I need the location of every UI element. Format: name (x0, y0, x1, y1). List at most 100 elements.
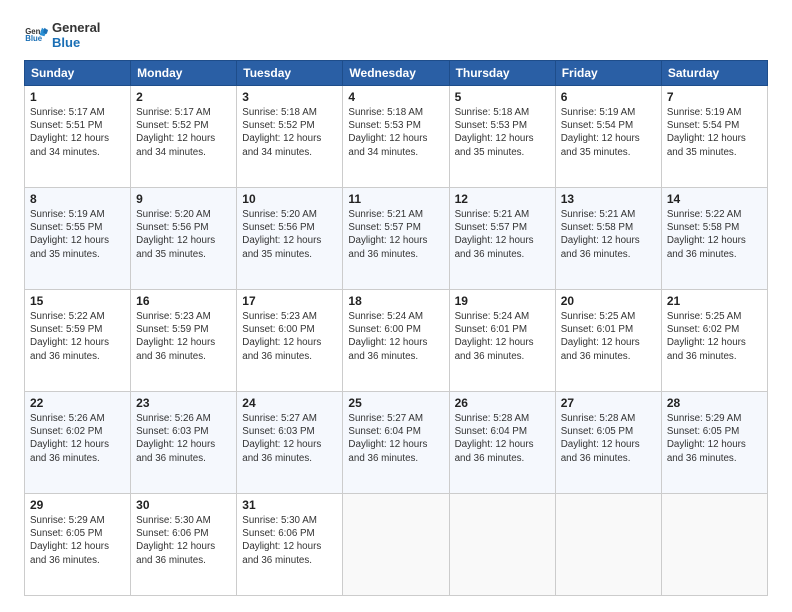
calendar-cell (555, 494, 661, 596)
day-number: 16 (136, 294, 231, 308)
day-info: Sunrise: 5:29 AM Sunset: 6:05 PM Dayligh… (30, 514, 125, 567)
calendar-cell (661, 494, 767, 596)
calendar-cell: 26 Sunrise: 5:28 AM Sunset: 6:04 PM Dayl… (449, 392, 555, 494)
day-info: Sunrise: 5:24 AM Sunset: 6:00 PM Dayligh… (348, 310, 443, 363)
day-number: 3 (242, 90, 337, 104)
day-info: Sunrise: 5:30 AM Sunset: 6:06 PM Dayligh… (242, 514, 337, 567)
calendar-cell: 27 Sunrise: 5:28 AM Sunset: 6:05 PM Dayl… (555, 392, 661, 494)
day-number: 13 (561, 192, 656, 206)
day-number: 18 (348, 294, 443, 308)
day-number: 28 (667, 396, 762, 410)
calendar-cell (449, 494, 555, 596)
calendar-table: SundayMondayTuesdayWednesdayThursdayFrid… (24, 60, 768, 596)
day-info: Sunrise: 5:23 AM Sunset: 5:59 PM Dayligh… (136, 310, 231, 363)
day-number: 7 (667, 90, 762, 104)
calendar-cell: 15 Sunrise: 5:22 AM Sunset: 5:59 PM Dayl… (25, 290, 131, 392)
day-number: 30 (136, 498, 231, 512)
day-number: 15 (30, 294, 125, 308)
day-info: Sunrise: 5:22 AM Sunset: 5:59 PM Dayligh… (30, 310, 125, 363)
day-number: 22 (30, 396, 125, 410)
day-info: Sunrise: 5:29 AM Sunset: 6:05 PM Dayligh… (667, 412, 762, 465)
day-number: 11 (348, 192, 443, 206)
day-info: Sunrise: 5:18 AM Sunset: 5:52 PM Dayligh… (242, 106, 337, 159)
calendar-week-2: 8 Sunrise: 5:19 AM Sunset: 5:55 PM Dayli… (25, 188, 768, 290)
day-number: 24 (242, 396, 337, 410)
day-info: Sunrise: 5:20 AM Sunset: 5:56 PM Dayligh… (242, 208, 337, 261)
day-number: 8 (30, 192, 125, 206)
day-number: 21 (667, 294, 762, 308)
calendar-week-3: 15 Sunrise: 5:22 AM Sunset: 5:59 PM Dayl… (25, 290, 768, 392)
calendar-cell: 5 Sunrise: 5:18 AM Sunset: 5:53 PM Dayli… (449, 86, 555, 188)
page-header: General Blue General Blue (24, 20, 768, 50)
calendar-cell: 28 Sunrise: 5:29 AM Sunset: 6:05 PM Dayl… (661, 392, 767, 494)
day-header-friday: Friday (555, 61, 661, 86)
day-header-thursday: Thursday (449, 61, 555, 86)
calendar-cell: 11 Sunrise: 5:21 AM Sunset: 5:57 PM Dayl… (343, 188, 449, 290)
day-number: 9 (136, 192, 231, 206)
calendar-week-4: 22 Sunrise: 5:26 AM Sunset: 6:02 PM Dayl… (25, 392, 768, 494)
day-number: 14 (667, 192, 762, 206)
day-info: Sunrise: 5:23 AM Sunset: 6:00 PM Dayligh… (242, 310, 337, 363)
day-header-wednesday: Wednesday (343, 61, 449, 86)
calendar-week-5: 29 Sunrise: 5:29 AM Sunset: 6:05 PM Dayl… (25, 494, 768, 596)
calendar-cell: 2 Sunrise: 5:17 AM Sunset: 5:52 PM Dayli… (131, 86, 237, 188)
calendar-cell: 6 Sunrise: 5:19 AM Sunset: 5:54 PM Dayli… (555, 86, 661, 188)
calendar-cell: 4 Sunrise: 5:18 AM Sunset: 5:53 PM Dayli… (343, 86, 449, 188)
calendar-cell: 14 Sunrise: 5:22 AM Sunset: 5:58 PM Dayl… (661, 188, 767, 290)
day-info: Sunrise: 5:19 AM Sunset: 5:54 PM Dayligh… (561, 106, 656, 159)
day-info: Sunrise: 5:27 AM Sunset: 6:04 PM Dayligh… (348, 412, 443, 465)
svg-text:Blue: Blue (25, 34, 43, 43)
day-info: Sunrise: 5:28 AM Sunset: 6:05 PM Dayligh… (561, 412, 656, 465)
calendar-cell: 18 Sunrise: 5:24 AM Sunset: 6:00 PM Dayl… (343, 290, 449, 392)
day-info: Sunrise: 5:20 AM Sunset: 5:56 PM Dayligh… (136, 208, 231, 261)
calendar-cell: 30 Sunrise: 5:30 AM Sunset: 6:06 PM Dayl… (131, 494, 237, 596)
day-number: 20 (561, 294, 656, 308)
day-info: Sunrise: 5:17 AM Sunset: 5:52 PM Dayligh… (136, 106, 231, 159)
day-header-tuesday: Tuesday (237, 61, 343, 86)
calendar-cell: 7 Sunrise: 5:19 AM Sunset: 5:54 PM Dayli… (661, 86, 767, 188)
day-number: 23 (136, 396, 231, 410)
day-info: Sunrise: 5:27 AM Sunset: 6:03 PM Dayligh… (242, 412, 337, 465)
day-info: Sunrise: 5:19 AM Sunset: 5:54 PM Dayligh… (667, 106, 762, 159)
day-info: Sunrise: 5:19 AM Sunset: 5:55 PM Dayligh… (30, 208, 125, 261)
calendar-cell: 17 Sunrise: 5:23 AM Sunset: 6:00 PM Dayl… (237, 290, 343, 392)
day-number: 6 (561, 90, 656, 104)
day-number: 17 (242, 294, 337, 308)
day-info: Sunrise: 5:30 AM Sunset: 6:06 PM Dayligh… (136, 514, 231, 567)
calendar-cell (343, 494, 449, 596)
calendar-cell: 23 Sunrise: 5:26 AM Sunset: 6:03 PM Dayl… (131, 392, 237, 494)
day-number: 2 (136, 90, 231, 104)
calendar-cell: 12 Sunrise: 5:21 AM Sunset: 5:57 PM Dayl… (449, 188, 555, 290)
day-number: 4 (348, 90, 443, 104)
day-info: Sunrise: 5:21 AM Sunset: 5:57 PM Dayligh… (348, 208, 443, 261)
day-number: 26 (455, 396, 550, 410)
day-info: Sunrise: 5:24 AM Sunset: 6:01 PM Dayligh… (455, 310, 550, 363)
day-number: 5 (455, 90, 550, 104)
calendar-cell: 1 Sunrise: 5:17 AM Sunset: 5:51 PM Dayli… (25, 86, 131, 188)
day-info: Sunrise: 5:17 AM Sunset: 5:51 PM Dayligh… (30, 106, 125, 159)
day-header-monday: Monday (131, 61, 237, 86)
day-info: Sunrise: 5:18 AM Sunset: 5:53 PM Dayligh… (348, 106, 443, 159)
calendar-cell: 8 Sunrise: 5:19 AM Sunset: 5:55 PM Dayli… (25, 188, 131, 290)
day-number: 27 (561, 396, 656, 410)
calendar-cell: 3 Sunrise: 5:18 AM Sunset: 5:52 PM Dayli… (237, 86, 343, 188)
logo-text-line2: Blue (52, 35, 100, 50)
calendar-cell: 21 Sunrise: 5:25 AM Sunset: 6:02 PM Dayl… (661, 290, 767, 392)
day-number: 1 (30, 90, 125, 104)
day-header-saturday: Saturday (661, 61, 767, 86)
day-info: Sunrise: 5:25 AM Sunset: 6:02 PM Dayligh… (667, 310, 762, 363)
day-info: Sunrise: 5:28 AM Sunset: 6:04 PM Dayligh… (455, 412, 550, 465)
calendar-header-row: SundayMondayTuesdayWednesdayThursdayFrid… (25, 61, 768, 86)
logo: General Blue General Blue (24, 20, 100, 50)
day-number: 12 (455, 192, 550, 206)
day-info: Sunrise: 5:21 AM Sunset: 5:58 PM Dayligh… (561, 208, 656, 261)
calendar-cell: 20 Sunrise: 5:25 AM Sunset: 6:01 PM Dayl… (555, 290, 661, 392)
calendar-cell: 22 Sunrise: 5:26 AM Sunset: 6:02 PM Dayl… (25, 392, 131, 494)
day-header-sunday: Sunday (25, 61, 131, 86)
day-number: 10 (242, 192, 337, 206)
calendar-week-1: 1 Sunrise: 5:17 AM Sunset: 5:51 PM Dayli… (25, 86, 768, 188)
logo-text-line1: General (52, 20, 100, 35)
calendar-cell: 9 Sunrise: 5:20 AM Sunset: 5:56 PM Dayli… (131, 188, 237, 290)
logo-icon: General Blue (24, 23, 48, 47)
calendar-cell: 19 Sunrise: 5:24 AM Sunset: 6:01 PM Dayl… (449, 290, 555, 392)
